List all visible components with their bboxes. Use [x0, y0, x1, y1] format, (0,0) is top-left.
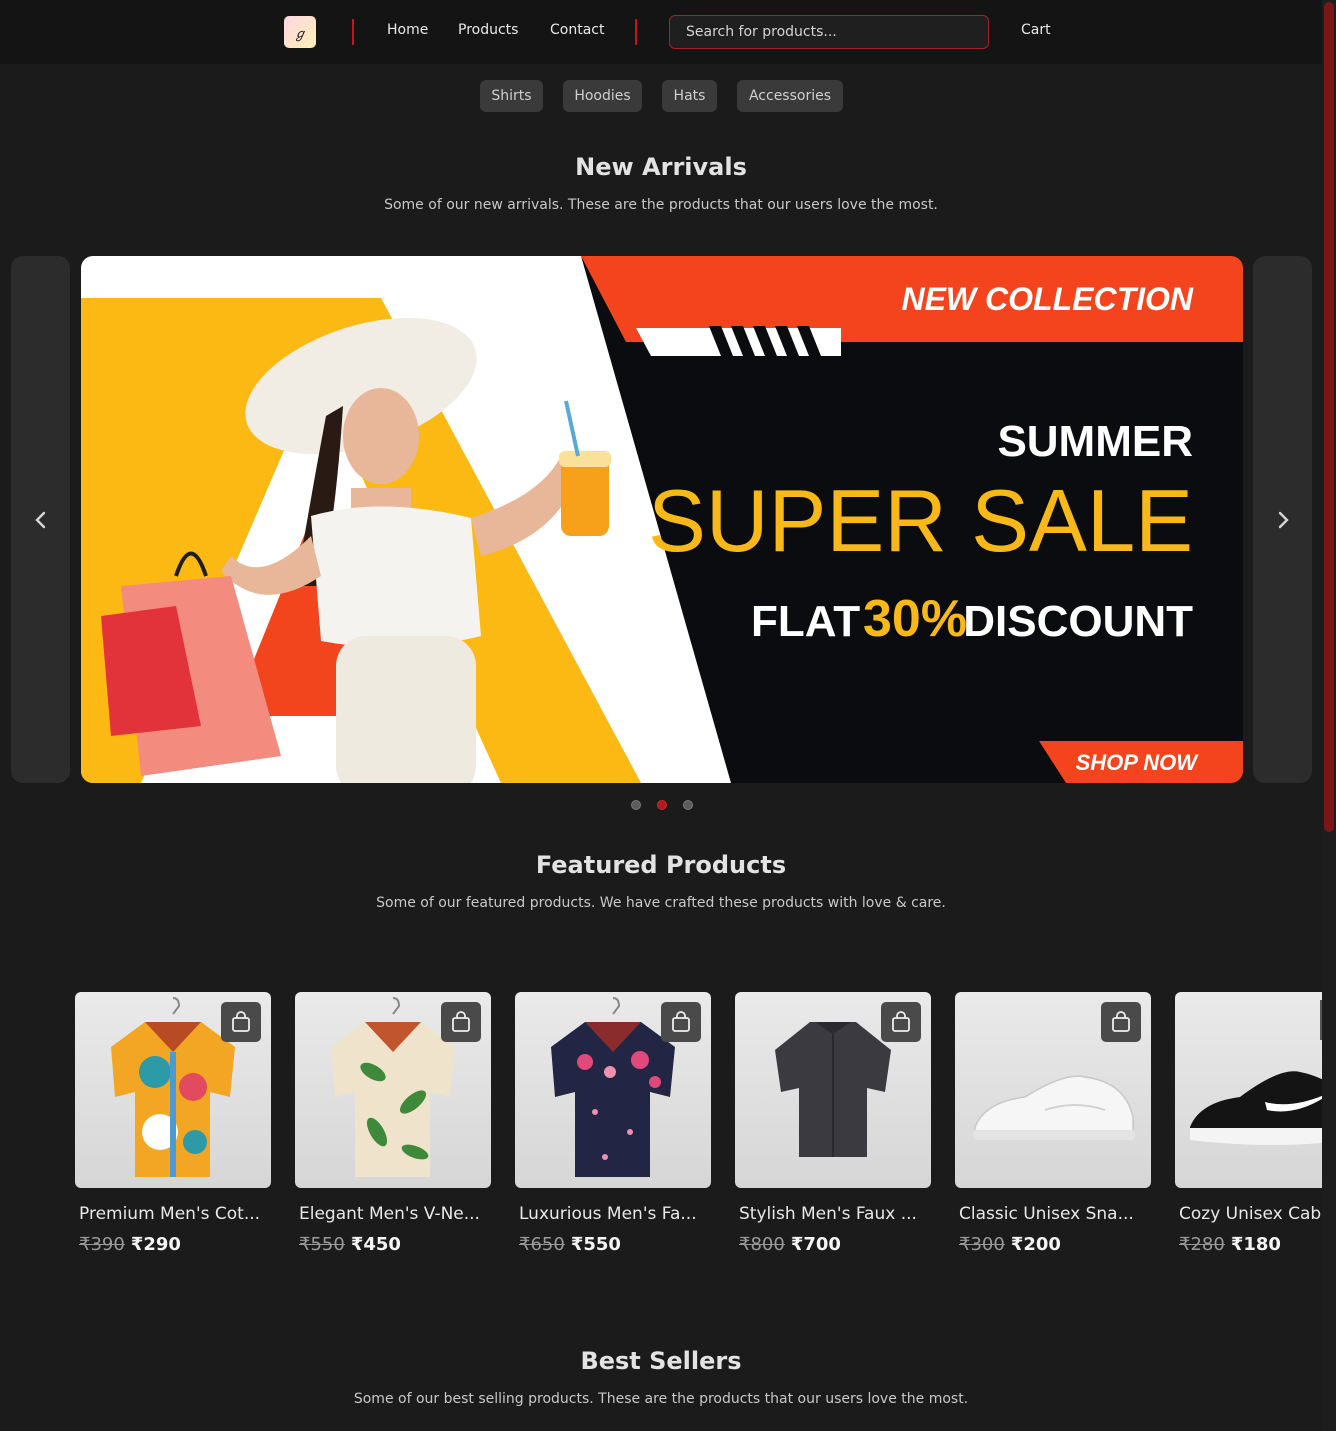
carousel-dot-1[interactable] [631, 800, 641, 810]
svg-text:FLAT: FLAT [751, 597, 860, 646]
featured-products-title: Featured Products [535, 851, 787, 879]
new-arrivals-title: New Arrivals [575, 153, 747, 181]
logo-glyph: ℊ [293, 26, 307, 42]
product-card[interactable]: Stylish Men's Faux ... ₹800 ₹700 [735, 992, 931, 1255]
carousel-dot-3[interactable] [683, 800, 693, 810]
shopping-bag-icon [452, 1011, 470, 1032]
shopping-bag-icon [1112, 1011, 1130, 1032]
product-name[interactable]: Classic Unisex Sna... [959, 1204, 1151, 1224]
category-chip-shirts[interactable]: Shirts [480, 80, 543, 112]
svg-text:SUMMER: SUMMER [997, 417, 1193, 466]
search-input[interactable] [669, 15, 989, 49]
add-to-cart-button[interactable] [441, 1002, 481, 1042]
chevron-right-icon [1278, 511, 1289, 528]
sale-price: ₹550 [570, 1234, 621, 1255]
carousel-slide-banner[interactable]: NEW COLLECTION SUMMER SUPER SALE FLAT 30… [81, 256, 1243, 783]
cart-link[interactable]: Cart [1021, 22, 1051, 38]
product-price: ₹390 ₹290 [79, 1234, 271, 1255]
nav-link-home[interactable]: Home [387, 22, 428, 38]
original-price: ₹280 [1179, 1234, 1225, 1255]
carousel-prev-button[interactable] [11, 256, 70, 783]
sale-price: ₹700 [790, 1234, 841, 1255]
svg-text:SHOP NOW: SHOP NOW [1076, 750, 1200, 775]
original-price: ₹300 [959, 1234, 1005, 1255]
add-to-cart-button[interactable] [661, 1002, 701, 1042]
product-price: ₹280 ₹180 [1179, 1234, 1322, 1255]
svg-text:SUPER SALE: SUPER SALE [648, 471, 1193, 570]
category-chip-hoodies[interactable]: Hoodies [563, 80, 642, 112]
product-price: ₹800 ₹700 [739, 1234, 931, 1255]
original-price: ₹550 [299, 1234, 345, 1255]
original-price: ₹650 [519, 1234, 565, 1255]
svg-text:30%: 30% [863, 590, 967, 648]
original-price: ₹390 [79, 1234, 125, 1255]
sale-price: ₹290 [130, 1234, 181, 1255]
new-arrivals-subtitle: Some of our new arrivals. These are the … [384, 197, 938, 213]
product-name[interactable]: Cozy Unisex Cabin [1179, 1204, 1322, 1224]
brand-logo[interactable]: ℊ [284, 16, 316, 48]
best-sellers-title: Best Sellers [580, 1347, 742, 1375]
original-price: ₹800 [739, 1234, 785, 1255]
sale-price: ₹180 [1230, 1234, 1281, 1255]
nav-divider [352, 19, 354, 45]
summer-sale-banner-image: NEW COLLECTION SUMMER SUPER SALE FLAT 30… [81, 256, 1243, 783]
nav-divider [635, 19, 637, 45]
product-card[interactable]: Luxurious Men's Fa... ₹650 ₹550 [515, 992, 711, 1255]
product-name[interactable]: Stylish Men's Faux ... [739, 1204, 931, 1224]
product-price: ₹300 ₹200 [959, 1234, 1151, 1255]
add-to-cart-button[interactable] [881, 1002, 921, 1042]
shopping-bag-icon [672, 1011, 690, 1032]
product-image[interactable] [515, 992, 711, 1188]
product-image[interactable] [295, 992, 491, 1188]
product-image[interactable] [735, 992, 931, 1188]
top-navbar: ℊ Home Products Contact Cart [0, 0, 1322, 64]
sale-price: ₹450 [350, 1234, 401, 1255]
shopping-bag-icon [892, 1011, 910, 1032]
product-image[interactable] [1175, 992, 1322, 1188]
carousel-next-button[interactable] [1253, 256, 1312, 783]
category-chip-accessories[interactable]: Accessories [737, 80, 843, 112]
svg-text:DISCOUNT: DISCOUNT [963, 597, 1193, 646]
nav-link-products[interactable]: Products [458, 22, 518, 38]
product-name[interactable]: Luxurious Men's Fa... [519, 1204, 711, 1224]
shopping-bag-icon [232, 1011, 250, 1032]
product-name[interactable]: Elegant Men's V-Ne... [299, 1204, 491, 1224]
product-card[interactable]: Premium Men's Cot... ₹390 ₹290 [75, 992, 271, 1255]
product-image[interactable] [75, 992, 271, 1188]
best-sellers-subtitle: Some of our best selling products. These… [353, 1391, 969, 1407]
product-card[interactable]: Cozy Unisex Cabin ₹280 ₹180 [1175, 992, 1322, 1255]
product-price: ₹650 ₹550 [519, 1234, 711, 1255]
svg-text:NEW COLLECTION: NEW COLLECTION [901, 281, 1193, 317]
nav-link-contact[interactable]: Contact [550, 22, 604, 38]
scrollbar-thumb[interactable] [1324, 2, 1334, 832]
carousel-dot-2[interactable] [657, 800, 667, 810]
product-price: ₹550 ₹450 [299, 1234, 491, 1255]
chevron-left-icon [34, 511, 45, 528]
add-to-cart-button[interactable] [221, 1002, 261, 1042]
sale-price: ₹200 [1010, 1234, 1061, 1255]
add-to-cart-button[interactable] [1101, 1002, 1141, 1042]
page-scrollbar[interactable] [1322, 0, 1336, 1431]
carousel-indicators [631, 800, 693, 810]
category-chip-hats[interactable]: Hats [662, 80, 717, 112]
product-name[interactable]: Premium Men's Cot... [79, 1204, 271, 1224]
featured-products-subtitle: Some of our featured products. We have c… [376, 895, 946, 911]
product-card[interactable]: Elegant Men's V-Ne... ₹550 ₹450 [295, 992, 491, 1255]
black-running-shoe-image [1190, 1071, 1322, 1145]
product-image[interactable] [955, 992, 1151, 1188]
product-card[interactable]: Classic Unisex Sna... ₹300 ₹200 [955, 992, 1151, 1255]
